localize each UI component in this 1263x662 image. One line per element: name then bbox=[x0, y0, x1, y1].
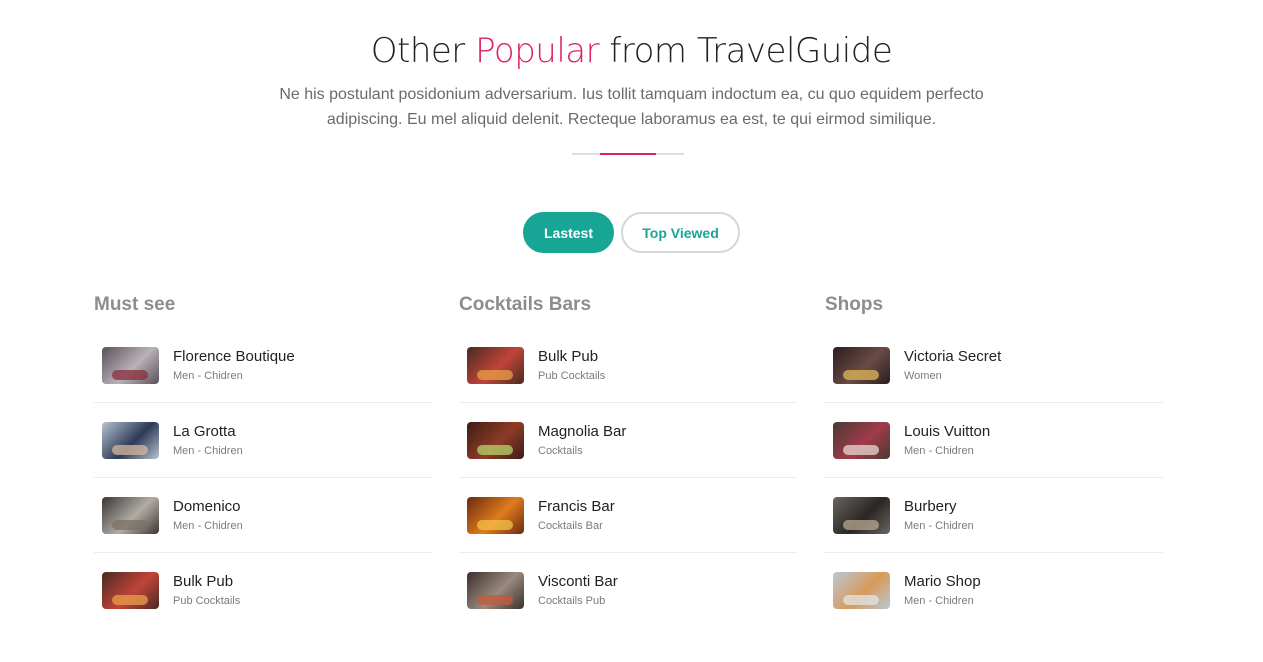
place-thumbnail[interactable] bbox=[833, 496, 890, 534]
thumbnail-highlight bbox=[112, 444, 148, 455]
place-list: Bulk Pub Pub Cocktails Magnolia Bar Cocktai… bbox=[459, 328, 797, 628]
place-thumbnail[interactable] bbox=[102, 346, 159, 384]
tab-top-viewed[interactable]: Top Viewed bbox=[621, 212, 740, 253]
item-category: Men - Chidren bbox=[173, 444, 243, 457]
title-text-end: from TravelGuide bbox=[599, 31, 893, 71]
list-item[interactable]: Mario Shop Men - Chidren bbox=[825, 553, 1163, 628]
item-name-link[interactable]: Bulk Pub bbox=[538, 348, 605, 366]
item-name-link[interactable]: Magnolia Bar bbox=[538, 423, 626, 441]
tab-lastest[interactable]: Lastest bbox=[523, 212, 614, 253]
item-category: Women bbox=[904, 369, 942, 382]
section-header: Other Popular from TravelGuide Ne his po… bbox=[0, 28, 1263, 132]
item-category: Men - Chidren bbox=[904, 519, 974, 532]
item-meta: Florence Boutique Men - Chidren bbox=[173, 348, 295, 383]
thumbnail-highlight bbox=[477, 519, 513, 530]
item-name-link[interactable]: Burbery bbox=[904, 498, 974, 516]
item-name-link[interactable]: Victoria Secret bbox=[904, 348, 1001, 366]
item-category: Pub Cocktails bbox=[538, 369, 606, 382]
thumbnail-highlight bbox=[477, 595, 513, 605]
item-name-link[interactable]: Bulk Pub bbox=[173, 573, 240, 591]
item-meta: Burbery Men - Chidren bbox=[904, 498, 974, 533]
item-category: Men - Chidren bbox=[173, 519, 243, 532]
list-item[interactable]: Visconti Bar Cocktails Pub bbox=[459, 553, 797, 628]
thumbnail-highlight bbox=[112, 595, 148, 605]
list-item[interactable]: La Grotta Men - Chidren bbox=[94, 403, 432, 478]
item-category: Men - Chidren bbox=[904, 444, 974, 457]
item-name-link[interactable]: Visconti Bar bbox=[538, 573, 618, 591]
place-thumbnail[interactable] bbox=[102, 496, 159, 534]
column-title: Must see bbox=[94, 294, 176, 315]
column-title: Shops bbox=[825, 294, 884, 315]
item-name-link[interactable]: Domenico bbox=[173, 498, 243, 516]
column-cocktails-bars: Cocktails Bars Bulk Pub Pub Cocktails Magn… bbox=[459, 292, 797, 628]
thumbnail-highlight bbox=[843, 444, 879, 455]
place-thumbnail[interactable] bbox=[467, 421, 524, 459]
place-thumbnail[interactable] bbox=[102, 421, 159, 459]
list-item[interactable]: Victoria Secret Women bbox=[825, 328, 1163, 403]
place-thumbnail[interactable] bbox=[467, 572, 524, 609]
item-category: Men - Chidren bbox=[173, 369, 243, 382]
thumbnail-highlight bbox=[477, 369, 513, 380]
place-list: Florence Boutique Men - Chidren La Grotta M… bbox=[94, 328, 432, 628]
filter-tabs: Lastest Top Viewed bbox=[0, 212, 1263, 253]
place-thumbnail[interactable] bbox=[833, 421, 890, 459]
thumbnail-highlight bbox=[843, 595, 879, 605]
list-item[interactable]: Burbery Men - Chidren bbox=[825, 478, 1163, 553]
column-shops: Shops Victoria Secret Women Louis Vuitton M… bbox=[825, 292, 1163, 628]
list-item[interactable]: Francis Bar Cocktails Bar bbox=[459, 478, 797, 553]
thumbnail-highlight bbox=[112, 519, 148, 530]
list-item[interactable]: Florence Boutique Men - Chidren bbox=[94, 328, 432, 403]
item-meta: Bulk Pub Pub Cocktails bbox=[538, 348, 605, 383]
list-item[interactable]: Bulk Pub Pub Cocktails bbox=[459, 328, 797, 403]
item-category: Men - Chidren bbox=[904, 595, 974, 607]
title-accent: Popular bbox=[475, 31, 600, 71]
item-category: Cocktails bbox=[538, 444, 583, 457]
item-name-link[interactable]: La Grotta bbox=[173, 423, 243, 441]
item-meta: La Grotta Men - Chidren bbox=[173, 423, 243, 458]
item-meta: Francis Bar Cocktails Bar bbox=[538, 498, 615, 533]
list-item[interactable]: Magnolia Bar Cocktails bbox=[459, 403, 797, 478]
title-divider bbox=[572, 153, 684, 155]
thumbnail-highlight bbox=[112, 369, 148, 380]
place-thumbnail[interactable] bbox=[833, 346, 890, 384]
item-meta: Victoria Secret Women bbox=[904, 348, 1001, 383]
title-text-start: Other bbox=[370, 31, 476, 71]
thumbnail-highlight bbox=[477, 444, 513, 455]
item-meta: Visconti Bar Cocktails Pub bbox=[538, 573, 618, 608]
item-category: Cocktails Pub bbox=[538, 595, 606, 607]
place-thumbnail[interactable] bbox=[102, 572, 159, 609]
item-name-link[interactable]: Mario Shop bbox=[904, 573, 981, 591]
title-divider-accent bbox=[600, 153, 656, 155]
place-list: Victoria Secret Women Louis Vuitton Men - C… bbox=[825, 328, 1163, 628]
section-title: Other Popular from TravelGuide bbox=[0, 28, 1263, 74]
item-category: Pub Cocktails bbox=[173, 595, 241, 607]
place-thumbnail[interactable] bbox=[467, 496, 524, 534]
thumbnail-highlight bbox=[843, 519, 879, 530]
list-item[interactable]: Louis Vuitton Men - Chidren bbox=[825, 403, 1163, 478]
list-item[interactable]: Domenico Men - Chidren bbox=[94, 478, 432, 553]
section-subtitle: Ne his postulant posidonium adversarium.… bbox=[279, 86, 984, 128]
item-meta: Domenico Men - Chidren bbox=[173, 498, 243, 533]
item-meta: Bulk Pub Pub Cocktails bbox=[173, 573, 240, 608]
item-name-link[interactable]: Francis Bar bbox=[538, 498, 615, 516]
item-meta: Mario Shop Men - Chidren bbox=[904, 573, 981, 608]
item-meta: Louis Vuitton Men - Chidren bbox=[904, 423, 990, 458]
place-thumbnail[interactable] bbox=[833, 572, 890, 609]
item-name-link[interactable]: Florence Boutique bbox=[173, 348, 295, 366]
item-category: Cocktails Bar bbox=[538, 519, 603, 532]
item-name-link[interactable]: Louis Vuitton bbox=[904, 423, 990, 441]
thumbnail-highlight bbox=[843, 369, 879, 380]
list-item[interactable]: Bulk Pub Pub Cocktails bbox=[94, 553, 432, 628]
place-thumbnail[interactable] bbox=[467, 346, 524, 384]
item-meta: Magnolia Bar Cocktails bbox=[538, 423, 626, 458]
column-must-see: Must see Florence Boutique Men - Chidren L… bbox=[94, 292, 432, 628]
column-title: Cocktails Bars bbox=[459, 294, 592, 315]
